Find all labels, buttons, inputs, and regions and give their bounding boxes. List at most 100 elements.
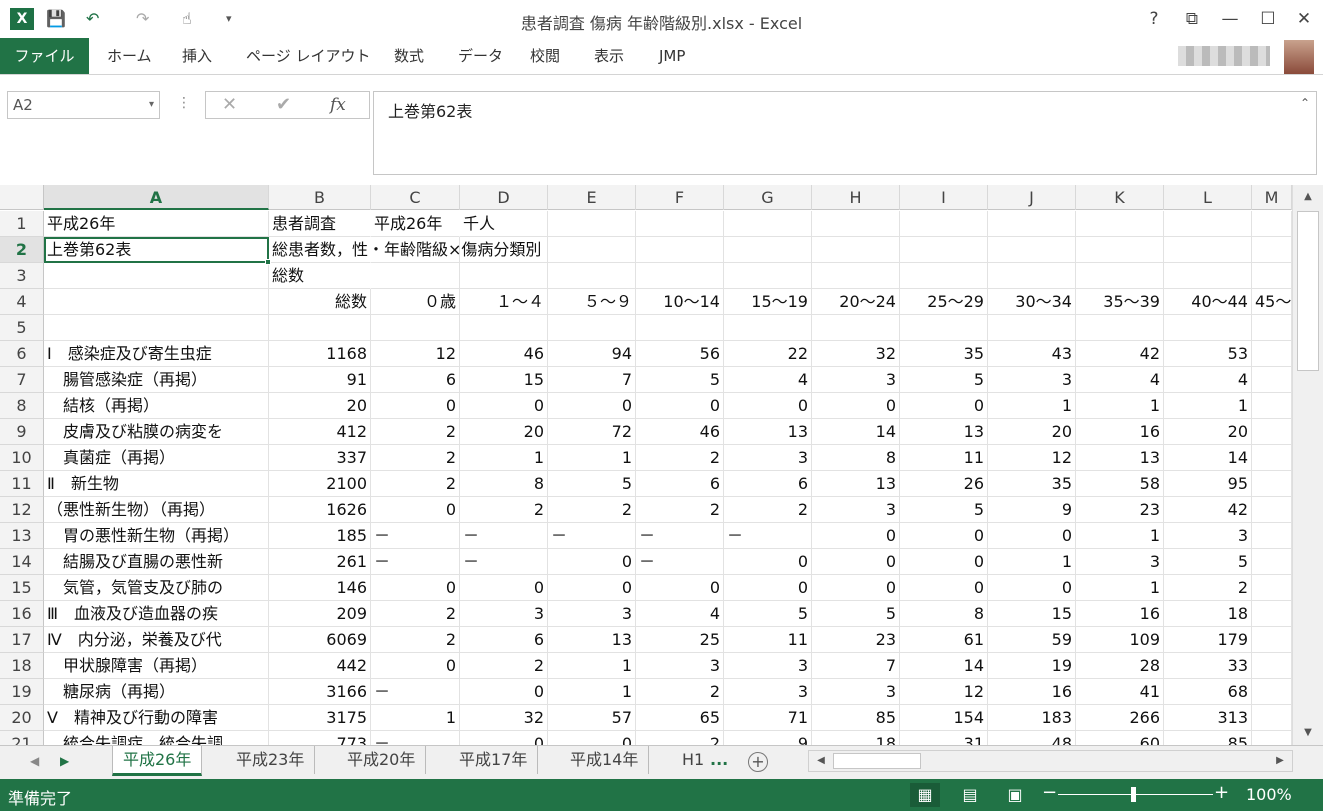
cell[interactable] — [269, 315, 371, 341]
cell[interactable]: Ⅰ 感染症及び寄生虫症 — [44, 341, 269, 367]
cell[interactable]: 0 — [988, 523, 1076, 549]
cell[interactable]: 0 — [371, 575, 460, 601]
cell[interactable]: 2 — [460, 653, 548, 679]
cell[interactable]: 8 — [460, 471, 548, 497]
cell[interactable]: 3 — [636, 653, 724, 679]
cell[interactable]: 11 — [724, 627, 812, 653]
cell[interactable]: 千人 — [460, 211, 548, 237]
cell[interactable]: 20 — [269, 393, 371, 419]
cell[interactable] — [548, 263, 636, 289]
cell[interactable] — [1252, 705, 1292, 731]
cell[interactable]: 20～24 — [812, 289, 900, 315]
column-header[interactable]: K — [1076, 185, 1164, 210]
enter-icon[interactable]: ✔ — [276, 92, 291, 118]
cell[interactable]: 1 — [988, 549, 1076, 575]
help-button[interactable]: ? — [1140, 6, 1168, 32]
cell[interactable]: 261 — [269, 549, 371, 575]
cell[interactable]: 3 — [724, 679, 812, 705]
cell[interactable]: 154 — [900, 705, 988, 731]
cell[interactable]: 2 — [371, 445, 460, 471]
scroll-up-icon[interactable]: ▲ — [1293, 187, 1323, 207]
column-header[interactable]: A — [44, 185, 269, 210]
cell[interactable]: 28 — [1076, 653, 1164, 679]
row-header[interactable]: 9 — [0, 419, 44, 445]
row-header[interactable]: 12 — [0, 497, 44, 523]
cell[interactable]: 65 — [636, 705, 724, 731]
cell[interactable]: 12 — [371, 341, 460, 367]
row-header[interactable]: 19 — [0, 679, 44, 705]
cell[interactable]: ５～９ — [548, 289, 636, 315]
row-header[interactable]: 11 — [0, 471, 44, 497]
cell[interactable]: 総患者数，性・年齢階級×傷病分類別 — [269, 237, 541, 263]
cell[interactable]: 甲状腺障害（再掲） — [44, 653, 269, 679]
cell[interactable]: 総数 — [269, 289, 371, 315]
cell[interactable]: 14 — [1164, 445, 1252, 471]
cell[interactable] — [900, 315, 988, 341]
cell[interactable]: － — [636, 523, 724, 549]
cell[interactable]: 0 — [812, 523, 900, 549]
cell[interactable]: 2 — [636, 731, 724, 745]
cell[interactable]: 56 — [636, 341, 724, 367]
cell[interactable] — [460, 263, 548, 289]
cell[interactable]: 10～14 — [636, 289, 724, 315]
scroll-down-icon[interactable]: ▼ — [1293, 723, 1323, 743]
cell[interactable]: 95 — [1164, 471, 1252, 497]
cell[interactable]: 3 — [988, 367, 1076, 393]
cell[interactable]: 25 — [636, 627, 724, 653]
cell[interactable]: 真菌症（再掲） — [44, 445, 269, 471]
cell[interactable]: 72 — [548, 419, 636, 445]
column-header[interactable]: F — [636, 185, 724, 210]
cell[interactable]: （悪性新生物）（再掲） — [44, 497, 269, 523]
row-header[interactable]: 8 — [0, 393, 44, 419]
cell[interactable]: 2 — [1164, 575, 1252, 601]
cell[interactable]: 41 — [1076, 679, 1164, 705]
cell[interactable]: 0 — [812, 549, 900, 575]
cell[interactable]: 8 — [812, 445, 900, 471]
cell[interactable]: 19 — [988, 653, 1076, 679]
page-layout-view-icon[interactable]: ▤ — [955, 783, 985, 807]
formula-input[interactable]: 上巻第62表 ⌃ — [373, 91, 1317, 175]
add-sheet-button[interactable]: + — [748, 752, 768, 772]
cell[interactable]: 0 — [460, 575, 548, 601]
cell[interactable] — [1252, 549, 1292, 575]
sheet-tab[interactable]: 平成14年 — [560, 746, 650, 774]
cell[interactable] — [44, 289, 269, 315]
cell[interactable]: 13 — [900, 419, 988, 445]
cell[interactable]: 91 — [269, 367, 371, 393]
sheet-tab-active[interactable]: 平成26年 — [112, 746, 203, 776]
cell[interactable] — [371, 263, 460, 289]
cell[interactable]: 8 — [900, 601, 988, 627]
cell[interactable]: 337 — [269, 445, 371, 471]
cell[interactable]: １～４ — [460, 289, 548, 315]
cell[interactable]: 35 — [900, 341, 988, 367]
cell[interactable]: 2 — [371, 601, 460, 627]
row-header[interactable]: 13 — [0, 523, 44, 549]
cell[interactable]: 5 — [900, 497, 988, 523]
cell[interactable] — [900, 263, 988, 289]
cell[interactable]: 3166 — [269, 679, 371, 705]
tab-review[interactable]: 校閲 — [530, 38, 560, 74]
cell[interactable]: 結核（再掲） — [44, 393, 269, 419]
cell[interactable] — [1252, 315, 1292, 341]
cell[interactable]: 3 — [812, 497, 900, 523]
cell[interactable] — [1252, 419, 1292, 445]
cell[interactable]: 0 — [636, 575, 724, 601]
sheet-tab[interactable]: H1 — [672, 746, 706, 774]
column-header[interactable]: D — [460, 185, 548, 210]
more-sheets-button[interactable]: ... — [708, 746, 730, 774]
prev-sheet-icon[interactable]: ◀ — [30, 754, 39, 768]
cell[interactable]: 3 — [1076, 549, 1164, 575]
row-header[interactable]: 21 — [0, 731, 44, 745]
column-header[interactable]: L — [1164, 185, 1252, 210]
cell[interactable]: 14 — [900, 653, 988, 679]
cell[interactable] — [988, 263, 1076, 289]
cell[interactable]: 5 — [548, 471, 636, 497]
cell[interactable]: 68 — [1164, 679, 1252, 705]
cell[interactable]: 3 — [812, 679, 900, 705]
cell[interactable]: 1 — [1076, 575, 1164, 601]
cell[interactable] — [44, 263, 269, 289]
row-header[interactable]: 7 — [0, 367, 44, 393]
close-button[interactable]: ✕ — [1290, 6, 1318, 32]
cell[interactable] — [636, 315, 724, 341]
minimize-button[interactable]: — — [1216, 6, 1244, 32]
